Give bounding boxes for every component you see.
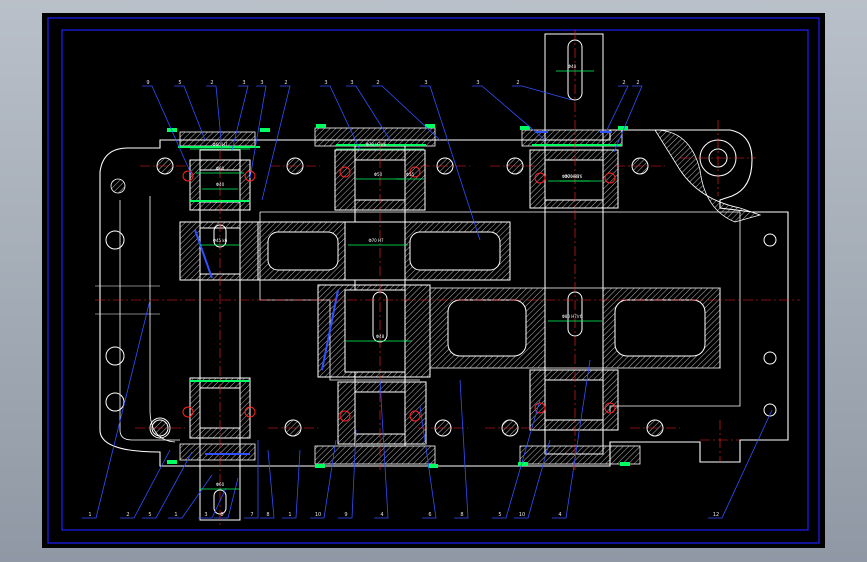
callout-t14: 2 [636,80,639,86]
callout-t6: 2 [284,80,287,86]
callout-b9: 1 [288,512,291,518]
callout-b6: 8 [220,512,223,518]
callout-t12: 2 [516,80,519,86]
callout-t2: 5 [178,80,181,86]
intermediate-shaft [317,145,431,447]
callout-b7: 7 [250,512,253,518]
leader-b18 [708,409,773,519]
dimension-d14: Φ40 [568,64,577,69]
dimension-d6: Φ50 [374,172,383,177]
leader-b9 [282,449,301,519]
leader-t12 [512,85,573,101]
dimension-d5: Φ70 H7/r6 [366,142,387,147]
output-shaft [529,33,619,455]
callout-t3: 2 [210,80,213,86]
gear-first-stage [257,221,511,281]
dimension-d8: Φ70 H7 [368,238,384,243]
dimension-d3: Φ40 [216,182,225,187]
callout-t9: 2 [376,80,379,86]
callout-b4: 1 [174,512,177,518]
leader-t14 [613,85,643,153]
callout-b3: 5 [148,512,151,518]
callout-t13: 2 [622,80,625,86]
callout-b8: 8 [266,512,269,518]
callout-b1: 1 [88,512,91,518]
callout-b12: 4 [380,512,383,518]
callout-b17: 4 [558,512,561,518]
cad-viewport[interactable]: 9 5 2 3 3 2 3 3 2 3 3 2 2 2 1 2 5 1 3 8 7 8 1 10 9 4 6 8 5 10 4 12 Φ60 … [42,13,825,548]
leader-b14 [454,379,469,519]
callout-t1: 9 [146,80,149,86]
dimension-d7: Φ55 [406,172,415,177]
callout-b11: 9 [344,512,347,518]
callout-t5: 3 [260,80,263,86]
leader-b1 [82,299,151,519]
dimension-d12: Φ70 H7 [564,174,580,179]
callout-t4: 3 [242,80,245,86]
callout-t10: 3 [424,80,427,86]
callout-b13: 6 [428,512,431,518]
dimension-d11: Φ80 H7/r6 [562,314,583,319]
callout-t11: 3 [476,80,479,86]
callout-b14: 8 [460,512,463,518]
callout-t7: 3 [324,80,327,86]
callout-b5: 3 [204,512,207,518]
leader-t6 [261,85,291,201]
leader-b8 [260,449,275,519]
callout-b16: 10 [519,512,525,518]
callout-b10: 10 [315,512,321,518]
callout-b18: 12 [713,512,719,518]
callout-b15: 5 [498,512,501,518]
dimension-d9: Φ48 [376,334,385,339]
leader-t13 [605,85,629,133]
gearbox-assembly-drawing: 9 5 2 3 3 2 3 3 2 3 3 2 2 21 2 5 1 3 8 7 8 1 10 9 4 6 8 5 10 4 12 Φ60 … [47,17,820,544]
dimension-d1: Φ60 H7 [212,142,228,147]
leader-b2 [120,449,171,519]
callout-t8: 3 [350,80,353,86]
callout-b2: 2 [126,512,129,518]
input-shaft [179,149,259,521]
dimension-d2: Φ60 [216,166,225,171]
dimension-d4: Φ45 k6 [213,238,228,243]
dimension-d13: Φ60 [216,482,225,487]
